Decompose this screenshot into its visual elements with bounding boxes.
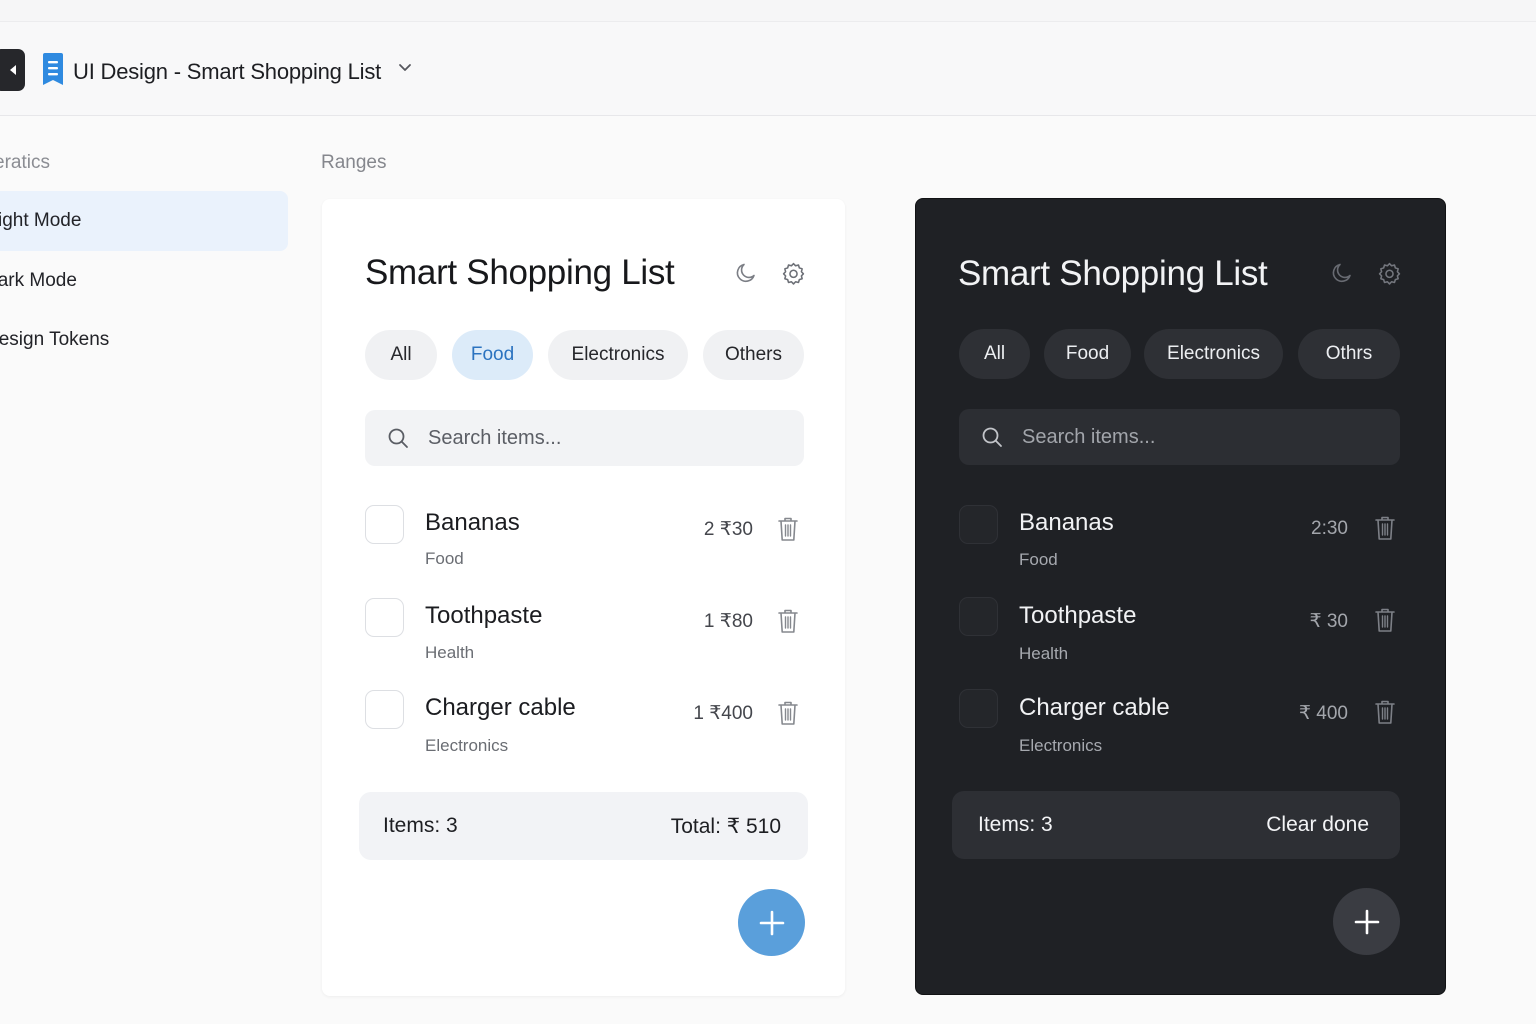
- item-checkbox[interactable]: [959, 689, 998, 728]
- summary-bar: Items: 3 Clear done: [952, 791, 1400, 859]
- item-quantity-price: ₹ 30: [1309, 611, 1348, 632]
- add-item-button[interactable]: [738, 889, 805, 956]
- item-quantity-price: 2 ₹30: [703, 519, 753, 540]
- item-checkbox[interactable]: [959, 505, 998, 544]
- items-count: Items: 3: [383, 814, 458, 837]
- trash-icon[interactable]: [777, 700, 799, 726]
- summary-bar: Items: 3 Total: ₹ 510: [359, 792, 808, 860]
- dark-mode-preview: Smart Shopping List All Food Electronics…: [915, 198, 1446, 995]
- sidebar-heading: eratics: [0, 152, 50, 173]
- total-amount: Total: ₹ 510: [670, 815, 781, 838]
- filter-chip-all[interactable]: All: [365, 330, 437, 380]
- app-title: Smart Shopping List: [365, 253, 675, 292]
- item-name: Toothpaste: [1019, 602, 1137, 629]
- document-icon: [43, 53, 63, 85]
- search-placeholder: Search items...: [1022, 425, 1156, 448]
- item-category: Electronics: [425, 736, 509, 755]
- light-mode-preview: Smart Shopping List All Food Electronics…: [322, 199, 845, 996]
- search-placeholder: Search items...: [428, 426, 562, 449]
- app-title: Smart Shopping List: [958, 254, 1268, 293]
- item-quantity-price: ₹ 400: [1298, 703, 1348, 724]
- filter-chip-others[interactable]: Othrs: [1298, 329, 1400, 379]
- chevron-down-icon[interactable]: [398, 63, 412, 73]
- gear-icon[interactable]: [781, 261, 806, 286]
- filter-chip-food[interactable]: Food: [452, 330, 533, 380]
- gear-icon[interactable]: [1377, 261, 1402, 286]
- plus-icon: [1354, 909, 1379, 934]
- items-count: Items: 3: [978, 813, 1053, 836]
- filter-chip-electronics[interactable]: Electronics: [1144, 329, 1283, 379]
- trash-icon[interactable]: [777, 516, 799, 542]
- trash-icon[interactable]: [1374, 515, 1396, 541]
- clear-done-button[interactable]: Clear done: [1266, 813, 1369, 837]
- window-top-strip: [0, 0, 1536, 22]
- item-checkbox[interactable]: [365, 505, 404, 544]
- filter-chip-electronics[interactable]: Electronics: [548, 330, 688, 380]
- item-quantity-price: 1 ₹80: [703, 611, 753, 632]
- trash-icon[interactable]: [777, 608, 799, 634]
- item-checkbox[interactable]: [365, 598, 404, 637]
- item-category: Health: [1019, 644, 1069, 663]
- search-input[interactable]: Search items...: [959, 409, 1400, 465]
- sidebar-item-dark-mode[interactable]: Dark Mode: [0, 251, 288, 311]
- moon-icon[interactable]: [734, 261, 758, 285]
- item-name: Toothpaste: [425, 602, 543, 629]
- back-button[interactable]: [0, 49, 25, 91]
- item-checkbox[interactable]: [959, 597, 998, 636]
- section-heading: Ranges: [321, 152, 387, 173]
- filter-chip-food[interactable]: Food: [1044, 329, 1131, 379]
- filter-chip-others[interactable]: Others: [703, 330, 804, 380]
- plus-icon: [759, 910, 784, 935]
- trash-icon[interactable]: [1374, 607, 1396, 633]
- filter-chip-all[interactable]: All: [959, 329, 1030, 379]
- trash-icon[interactable]: [1374, 699, 1396, 725]
- sidebar-item-design-tokens[interactable]: Design Tokens: [0, 310, 288, 370]
- sidebar-item-label: Dark Mode: [0, 270, 77, 291]
- item-name: Bananas: [1019, 509, 1114, 536]
- item-checkbox[interactable]: [365, 690, 404, 729]
- search-icon: [388, 428, 408, 448]
- item-category: Food: [1019, 550, 1058, 569]
- item-name: Charger cable: [425, 694, 576, 721]
- search-icon: [982, 427, 1002, 447]
- item-category: Electronics: [1019, 736, 1103, 755]
- item-quantity-price: 2:30: [1311, 518, 1348, 539]
- sidebar-item-light-mode[interactable]: ight Mode: [0, 191, 288, 251]
- item-quantity-price: 1 ₹400: [693, 703, 753, 724]
- sidebar-item-label: ight Mode: [0, 210, 82, 231]
- document-title[interactable]: UI Design - Smart Shopping List: [73, 59, 381, 85]
- search-input[interactable]: Search items...: [365, 410, 804, 466]
- moon-icon[interactable]: [1330, 261, 1354, 285]
- item-category: Health: [425, 643, 475, 662]
- document-header: UI Design - Smart Shopping List: [0, 22, 1536, 116]
- chevron-left-icon: [9, 65, 16, 75]
- add-item-button[interactable]: [1333, 888, 1400, 955]
- item-category: Food: [425, 549, 464, 568]
- item-name: Bananas: [425, 509, 520, 536]
- item-name: Charger cable: [1019, 694, 1170, 721]
- sidebar-item-label: Design Tokens: [0, 329, 110, 350]
